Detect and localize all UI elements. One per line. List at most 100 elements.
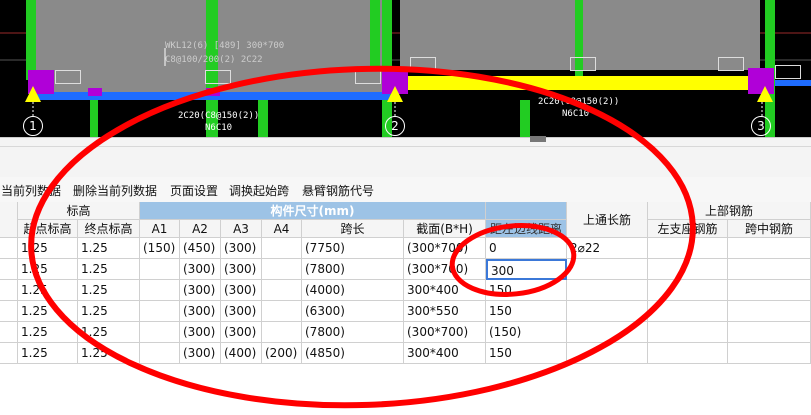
table-cell-span[interactable]: (4850)	[302, 343, 404, 364]
table-cell-start[interactable]: 1.25	[18, 280, 78, 301]
table-cell-a3[interactable]: (400)	[221, 343, 262, 364]
table-cell-top_long[interactable]	[567, 322, 648, 343]
table-cell-end[interactable]: 1.25	[78, 238, 140, 259]
table-cell-top_long[interactable]	[567, 343, 648, 364]
table-cell-empty[interactable]	[728, 280, 811, 301]
table-toolbar: 当前列数据 删除当前列数据 页面设置 调换起始跨 悬臂钢筋代号	[0, 177, 811, 203]
table-cell-a3[interactable]: (300)	[221, 238, 262, 259]
rebar-marker-box	[410, 57, 436, 71]
table-cell-offset[interactable]: 0	[486, 238, 567, 259]
table-cell-section[interactable]: (300*700)	[404, 259, 486, 280]
table-cell-a1[interactable]	[140, 301, 180, 322]
table-cell-end[interactable]: 1.25	[78, 259, 140, 280]
table-cell-end[interactable]: 1.25	[78, 301, 140, 322]
header-group-top-rebar: 上部钢筋	[648, 202, 811, 220]
column	[90, 100, 98, 137]
table-cell-a1[interactable]	[140, 343, 180, 364]
table-cell-a3[interactable]: (300)	[221, 259, 262, 280]
table-cell-a3[interactable]: (300)	[221, 301, 262, 322]
table-cell-a1[interactable]	[140, 280, 180, 301]
table-cell-span[interactable]: (7800)	[302, 322, 404, 343]
table-cell-offset[interactable]: 150	[486, 301, 567, 322]
beam-yellow	[390, 76, 765, 90]
table-cell-a1[interactable]	[140, 259, 180, 280]
table-cell-a3[interactable]: (300)	[221, 322, 262, 343]
table-cell-offset-selected[interactable]: 300	[486, 259, 567, 280]
table-cell-empty[interactable]	[728, 322, 811, 343]
beam-label-bottom-2b: N6C10	[562, 109, 590, 119]
table-cell-a1[interactable]: (150)	[140, 238, 180, 259]
cad-drawing-canvas[interactable]: WKL12(6) [489] 300*700 C8@100/200(2) 2C2…	[0, 0, 811, 137]
rebar-marker-box	[718, 57, 744, 71]
table-cell-empty[interactable]	[648, 301, 728, 322]
table-cell-empty[interactable]	[648, 343, 728, 364]
table-cell-offset[interactable]: (150)	[486, 322, 567, 343]
table-cell-empty[interactable]	[728, 238, 811, 259]
table-cell-a4[interactable]	[262, 238, 302, 259]
table-cell-a1[interactable]	[140, 322, 180, 343]
table-cell-top_long[interactable]	[567, 280, 648, 301]
table-cell-end[interactable]: 1.25	[78, 322, 140, 343]
table-cell-section[interactable]: 300*550	[404, 301, 486, 322]
table-cell-a4[interactable]	[262, 322, 302, 343]
table-cell-section[interactable]: 300*400	[404, 343, 486, 364]
table-cell-span[interactable]: (7800)	[302, 259, 404, 280]
table-cell-empty[interactable]	[728, 343, 811, 364]
header-left-support-rebar: 左支座钢筋	[648, 220, 728, 238]
header-col-a4: A4	[262, 220, 302, 238]
table-cell-empty[interactable]	[648, 280, 728, 301]
table-cell-end[interactable]: 1.25	[78, 280, 140, 301]
table-cell-section[interactable]: (300*700)	[404, 322, 486, 343]
beam-rebar-table: 标高 构件尺寸(mm) 上通长筋 上部钢筋 起点标高 终点标高 A1 A2 A3 A4 跨长 截面(B…	[0, 202, 811, 415]
table-cell-top_long[interactable]	[567, 259, 648, 280]
splitter-grip-icon[interactable]	[530, 136, 546, 142]
toolbar-swap-start-span[interactable]: 调换起始跨	[229, 182, 289, 199]
table-cell-start[interactable]: 1.25	[18, 343, 78, 364]
table-cell-a2[interactable]: (450)	[180, 238, 221, 259]
table-cell-a4[interactable]: (200)	[262, 343, 302, 364]
table-cell-span[interactable]: (4000)	[302, 280, 404, 301]
table-cell-empty[interactable]	[648, 238, 728, 259]
header-col-section: 截面(B*H)	[404, 220, 486, 238]
table-cell-span[interactable]: (6300)	[302, 301, 404, 322]
table-cell-offset[interactable]: 150	[486, 280, 567, 301]
toolbar-current-column-data[interactable]: 当前列数据	[1, 182, 61, 199]
table-cell-start[interactable]: 1.25	[18, 259, 78, 280]
table-cell-a2[interactable]: (300)	[180, 280, 221, 301]
table-cell-empty[interactable]	[728, 301, 811, 322]
table-cell-a2[interactable]: (300)	[180, 322, 221, 343]
row-number-cell	[0, 301, 18, 322]
rebar-marker-box	[775, 65, 801, 79]
table-cell-top_long[interactable]: 2⌀22	[567, 238, 648, 259]
toolbar-cantilever-rebar-code[interactable]: 悬臂钢筋代号	[302, 182, 374, 199]
column	[370, 0, 380, 70]
table-cell-end[interactable]: 1.25	[78, 343, 140, 364]
header-col-span: 跨长	[302, 220, 404, 238]
table-cell-start[interactable]: 1.25	[18, 301, 78, 322]
table-cell-empty[interactable]	[728, 259, 811, 280]
panel-splitter[interactable]	[0, 136, 811, 178]
table-cell-empty[interactable]	[648, 322, 728, 343]
table-cell-offset[interactable]: 150	[486, 343, 567, 364]
table-cell-a4[interactable]	[262, 280, 302, 301]
table-cell-span[interactable]: (7750)	[302, 238, 404, 259]
header-top-long-rebar: 上通长筋	[567, 202, 648, 238]
toolbar-delete-column-data[interactable]: 删除当前列数据	[73, 182, 157, 199]
table-cell-a4[interactable]	[262, 301, 302, 322]
table-cell-section[interactable]: (300*700)	[404, 238, 486, 259]
axis-label-3: 3	[751, 116, 771, 136]
table-cell-a2[interactable]: (300)	[180, 301, 221, 322]
table-cell-a2[interactable]: (300)	[180, 343, 221, 364]
table-cell-start[interactable]: 1.25	[18, 322, 78, 343]
table-cell-empty[interactable]	[648, 259, 728, 280]
row-number-cell	[0, 322, 18, 343]
beam-label-top-1: WKL12(6) [489] 300*700	[165, 41, 285, 51]
table-cell-a4[interactable]	[262, 259, 302, 280]
table-cell-section[interactable]: 300*400	[404, 280, 486, 301]
toolbar-page-setup[interactable]: 页面设置	[170, 182, 218, 199]
header-col-a2: A2	[180, 220, 221, 238]
table-cell-top_long[interactable]	[567, 301, 648, 322]
table-cell-a3[interactable]: (300)	[221, 280, 262, 301]
table-cell-a2[interactable]: (300)	[180, 259, 221, 280]
table-cell-start[interactable]: 1.25	[18, 238, 78, 259]
